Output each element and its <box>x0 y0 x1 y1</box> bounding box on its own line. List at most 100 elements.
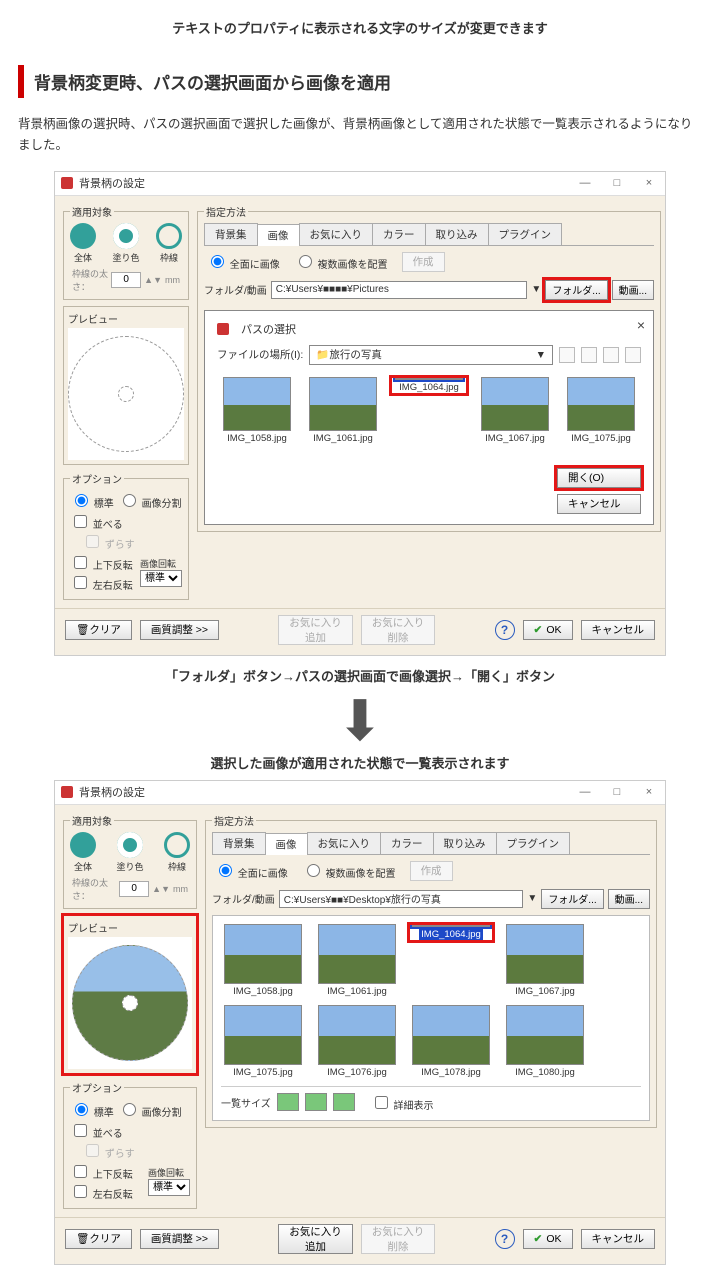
gallery-item[interactable]: IMG_1058.jpg <box>221 924 305 997</box>
gallery-item[interactable]: IMG_1076.jpg <box>315 1005 399 1078</box>
window-title: 背景柄の設定 <box>79 784 145 800</box>
options-legend: オプション <box>70 471 124 486</box>
cancel-button[interactable]: キャンセル <box>581 1229 656 1249</box>
thickness-unit: mm <box>165 275 180 285</box>
tab-plugin[interactable]: プラグイン <box>488 223 563 245</box>
mode-full[interactable]: 全面に画像 <box>214 861 288 880</box>
help-icon[interactable]: ? <box>495 620 515 640</box>
chk-hflip[interactable]: 左右反転 <box>70 573 133 592</box>
target-all[interactable]: 全体 <box>70 832 96 873</box>
tab-color[interactable]: カラー <box>372 223 426 245</box>
tab-import[interactable]: 取り込み <box>425 223 489 245</box>
close-button[interactable]: × <box>639 786 659 798</box>
gallery-item[interactable]: IMG_1080.jpg <box>503 1005 587 1078</box>
size-small-button[interactable] <box>277 1093 299 1111</box>
tab-image[interactable]: 画像 <box>265 833 308 855</box>
quality-button[interactable]: 画質調整 >> <box>140 1229 219 1249</box>
mode-multi[interactable]: 複数画像を配置 <box>294 252 388 271</box>
gallery-item[interactable]: IMG_1078.jpg <box>409 1005 493 1078</box>
path-input[interactable]: C:¥Users¥■■¥Desktop¥旅行の写真 <box>279 890 524 908</box>
folder-button[interactable]: フォルダ... <box>545 280 607 300</box>
picker-back-icon[interactable] <box>559 347 575 363</box>
tab-bgset[interactable]: 背景集 <box>212 832 266 854</box>
arrow-down-icon: ⬇ <box>18 693 702 749</box>
ok-button[interactable]: OK <box>523 620 573 640</box>
screenshot-after: 背景柄の設定 — □ × 適用対象 全体 塗り色 枠線 枠線の太さ： ▲▼ mm <box>54 780 666 1265</box>
target-fill[interactable]: 塗り色 <box>116 832 143 873</box>
thickness-input[interactable] <box>111 272 141 288</box>
chk-align[interactable]: 並べる <box>70 512 182 531</box>
mode-full[interactable]: 全面に画像 <box>206 252 280 271</box>
app-icon <box>61 177 73 189</box>
target-all[interactable]: 全体 <box>70 223 96 264</box>
picker-up-icon[interactable] <box>581 347 597 363</box>
clear-button[interactable]: 🗑 クリア <box>65 1229 132 1249</box>
app-icon <box>61 786 73 798</box>
tab-color[interactable]: カラー <box>380 832 434 854</box>
tab-plugin[interactable]: プラグイン <box>496 832 571 854</box>
titlebar: 背景柄の設定 — □ × <box>55 172 665 196</box>
target-frame[interactable]: 枠線 <box>164 832 190 873</box>
chk-hflip[interactable]: 左右反転 <box>70 1182 133 1201</box>
tab-image[interactable]: 画像 <box>257 224 300 246</box>
opt-standard[interactable]: 標準 <box>70 1100 114 1119</box>
picker-open-button[interactable]: 開く(O) <box>557 468 641 488</box>
apply-target-legend: 適用対象 <box>70 204 114 219</box>
chk-align[interactable]: 並べる <box>70 1121 190 1140</box>
size-medium-button[interactable] <box>305 1093 327 1111</box>
picker-location-select[interactable]: 📁 旅行の写真 ▼ <box>309 345 553 365</box>
dialog-footer: 🗑 クリア 画質調整 >> お気に入り 追加 お気に入り 削除 ? OK キャン… <box>55 608 665 655</box>
gallery-item[interactable]: IMG_1061.jpg <box>315 924 399 997</box>
movie-button[interactable]: 動画... <box>612 280 654 300</box>
tab-import[interactable]: 取り込み <box>433 832 497 854</box>
path-dropdown-icon[interactable]: ▼ <box>531 284 541 295</box>
picker-close-icon[interactable]: × <box>637 317 645 333</box>
opt-split[interactable]: 画像分割 <box>118 491 182 510</box>
gallery-item[interactable]: IMG_1067.jpg <box>503 924 587 997</box>
disc-preview <box>68 336 184 452</box>
chk-shift: ずらす <box>82 532 182 551</box>
path-input[interactable]: C:¥Users¥■■■■¥Pictures <box>271 281 528 299</box>
rotate-select[interactable]: 標準 <box>140 570 182 587</box>
cancel-button[interactable]: キャンセル <box>581 620 656 640</box>
opt-split[interactable]: 画像分割 <box>118 1100 182 1119</box>
ok-button[interactable]: OK <box>523 1229 573 1249</box>
size-large-button[interactable] <box>333 1093 355 1111</box>
file-item-selected[interactable]: IMG_1064.jpg <box>391 377 467 394</box>
quality-button[interactable]: 画質調整 >> <box>140 620 219 640</box>
chk-vflip[interactable]: 上下反転 <box>70 1162 133 1181</box>
help-icon[interactable]: ? <box>495 1229 515 1249</box>
file-item[interactable]: IMG_1061.jpg <box>305 377 381 444</box>
gallery-item[interactable]: IMG_1075.jpg <box>221 1005 305 1078</box>
tab-fav[interactable]: お気に入り <box>299 223 374 245</box>
maximize-button[interactable]: □ <box>607 177 627 189</box>
picker-newdir-icon[interactable] <box>603 347 619 363</box>
movie-button[interactable]: 動画... <box>608 889 650 909</box>
close-button[interactable]: × <box>639 177 659 189</box>
opt-standard[interactable]: 標準 <box>70 491 114 510</box>
path-dropdown-icon[interactable]: ▼ <box>527 893 537 904</box>
chk-vflip[interactable]: 上下反転 <box>70 553 133 572</box>
tab-fav[interactable]: お気に入り <box>307 832 382 854</box>
path-label: フォルダ/動画 <box>204 282 267 297</box>
caption-step-1: 「フォルダ」ボタン→パスの選択画面で画像選択→「開く」ボタン <box>18 666 702 685</box>
file-item[interactable]: IMG_1075.jpg <box>563 377 639 444</box>
minimize-button[interactable]: — <box>575 177 595 189</box>
target-frame[interactable]: 枠線 <box>156 223 182 264</box>
file-item[interactable]: IMG_1058.jpg <box>219 377 295 444</box>
rotate-select[interactable]: 標準 <box>148 1179 190 1196</box>
clear-button[interactable]: 🗑 クリア <box>65 620 132 640</box>
folder-button[interactable]: フォルダ... <box>541 889 603 909</box>
picker-view-icon[interactable] <box>625 347 641 363</box>
gallery-item-selected[interactable]: IMG_1064.jpg <box>409 924 493 941</box>
chk-detail[interactable]: 詳細表示 <box>371 1093 434 1112</box>
maximize-button[interactable]: □ <box>607 786 627 798</box>
fav-add-button[interactable]: お気に入り 追加 <box>278 1224 353 1254</box>
picker-cancel-button[interactable]: キャンセル <box>557 494 641 514</box>
mode-multi[interactable]: 複数画像を配置 <box>302 861 396 880</box>
tab-bgset[interactable]: 背景集 <box>204 223 258 245</box>
target-fill[interactable]: 塗り色 <box>112 223 139 264</box>
thickness-input[interactable] <box>119 881 149 897</box>
minimize-button[interactable]: — <box>575 786 595 798</box>
file-item[interactable]: IMG_1067.jpg <box>477 377 553 444</box>
